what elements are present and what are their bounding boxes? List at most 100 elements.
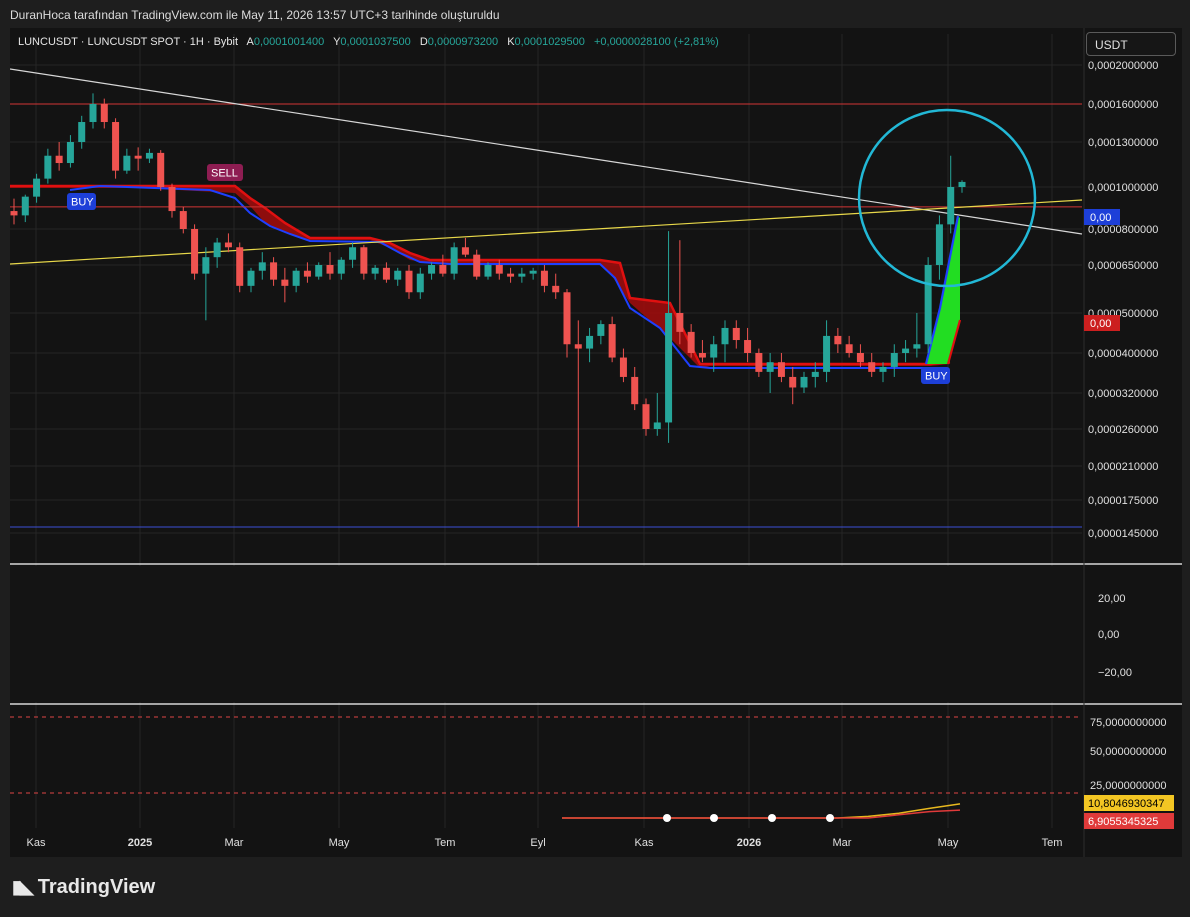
- candle-body: [507, 273, 515, 277]
- rsi-marker: [768, 814, 776, 822]
- buy-signal-recent: BUY: [921, 367, 950, 384]
- rsi-tick-label: 75,0000000000: [1090, 717, 1166, 729]
- price-tick-label: 0,0002000000: [1088, 60, 1158, 72]
- candle-body: [100, 104, 108, 123]
- candle-body: [563, 292, 571, 345]
- candle-body: [732, 327, 740, 341]
- candle-body: [834, 335, 842, 345]
- candle-body: [450, 247, 458, 274]
- candle-body: [461, 247, 469, 255]
- currency-button[interactable]: USDT: [1086, 32, 1176, 56]
- time-tick-label: May: [329, 837, 350, 849]
- grid: [10, 28, 1182, 857]
- candle-body: [619, 357, 627, 377]
- price-tick-label: 0,0001000000: [1088, 182, 1158, 194]
- candle-body: [586, 335, 594, 349]
- candle-body: [123, 155, 131, 171]
- candle-body: [315, 265, 323, 277]
- candle-body: [676, 313, 684, 332]
- candles: [10, 93, 966, 528]
- candle-body: [574, 344, 582, 349]
- price-tick-label: 0,0001600000: [1088, 99, 1158, 111]
- candle-body: [416, 273, 424, 293]
- candle-body: [44, 155, 52, 179]
- buy-signal: BUY: [67, 193, 96, 210]
- candle-body: [371, 267, 379, 274]
- candle-body: [21, 196, 29, 216]
- time-tick-label: Eyl: [530, 837, 545, 849]
- candle-body: [179, 211, 187, 229]
- rsi-series-line: [562, 803, 961, 819]
- chart-caption: DuranHoca tarafından TradingView.com ile…: [10, 8, 500, 22]
- candle-body: [890, 353, 898, 367]
- candle-body: [473, 254, 481, 277]
- candle-body: [935, 224, 943, 265]
- candle-body: [540, 270, 548, 286]
- candle-body: [89, 104, 97, 123]
- rsi-marker: [710, 814, 718, 822]
- candle-body: [823, 335, 831, 372]
- candle-body: [856, 353, 864, 363]
- candle-body: [405, 270, 413, 293]
- tradingview-logo[interactable]: ▮◣ TradingView: [12, 876, 155, 899]
- candle-body: [811, 371, 819, 377]
- oscillator-tick-label: 20,00: [1098, 593, 1126, 605]
- candle-body: [868, 362, 876, 372]
- sell-signal: SELL: [207, 164, 243, 181]
- price-tick-label: 0,0000260000: [1088, 424, 1158, 436]
- logo-text: TradingView: [37, 876, 156, 898]
- price-tick-label: 0,0000175000: [1088, 495, 1158, 507]
- candle-body: [687, 331, 695, 353]
- candle-body: [145, 152, 153, 159]
- candle-body: [281, 279, 289, 286]
- candle-body: [270, 262, 278, 280]
- candle-body: [394, 270, 402, 280]
- buy-signal-label: BUY: [71, 197, 94, 209]
- highlight-circle: [857, 108, 1037, 288]
- candle-body: [529, 270, 537, 274]
- candle-body: [303, 270, 311, 277]
- chart-area[interactable]: BUY SELL BUY 0,0002000000 0,0001600000 0,000…: [10, 28, 1182, 857]
- candle-body: [755, 353, 763, 372]
- candle-body: [191, 229, 199, 274]
- price-tick-label: 0,0000400000: [1088, 348, 1158, 360]
- price-tick-label: 0,0000650000: [1088, 260, 1158, 272]
- chart-svg[interactable]: BUYSELLBUY 0,00020000000,00016000000,000…: [10, 28, 1182, 857]
- candle-body: [66, 142, 74, 164]
- legend-low-label: D: [420, 36, 428, 48]
- candle-body: [552, 285, 560, 293]
- price-tick-label: 0,0000800000: [1088, 224, 1158, 236]
- price-tick-label: 0,0000320000: [1088, 388, 1158, 400]
- oscillator-bg: [10, 566, 1082, 702]
- candle-body: [777, 362, 785, 377]
- candle-body: [631, 376, 639, 405]
- rsi-tick-label: 50,0000000000: [1090, 746, 1166, 758]
- rsi-marker: [826, 814, 834, 822]
- legend-open: 0,0001001400: [254, 36, 324, 48]
- candle-body: [698, 353, 706, 358]
- candle-body: [597, 324, 605, 336]
- candle-body: [766, 362, 774, 372]
- time-tick-label: Tem: [435, 837, 456, 849]
- candle-body: [78, 122, 86, 142]
- candle-body: [665, 313, 673, 423]
- rsi-value-label: 6,9055345325: [1088, 816, 1158, 828]
- candle-body: [337, 259, 345, 274]
- price-axis: 0,0002000000 0,0001600000 0,0001300000 0,00…: [1084, 60, 1158, 540]
- price-tag-label: 0,00: [1090, 212, 1111, 224]
- tradingview-logo-icon: ▮◣: [12, 877, 34, 897]
- candle-body: [134, 155, 142, 159]
- legend-low: 0,0000973200: [428, 36, 498, 48]
- candle-body: [879, 366, 887, 372]
- candle-body: [202, 257, 210, 274]
- time-axis-bg: [10, 828, 1082, 857]
- candle-body: [913, 344, 921, 349]
- candle-body: [292, 270, 300, 286]
- candle-body: [902, 348, 910, 353]
- legend-high: 0,0001037500: [340, 36, 410, 48]
- time-tick-label: May: [938, 837, 959, 849]
- legend-symbol: LUNCUSDT · LUNCUSDT SPOT · 1H · Bybit: [18, 36, 238, 48]
- time-axis: Kas 2025 Mar May Tem Eyl Kas 2026 Mar May Tem: [10, 828, 1082, 857]
- candle-body: [800, 376, 808, 388]
- price-tick-label: 0,0000145000: [1088, 528, 1158, 540]
